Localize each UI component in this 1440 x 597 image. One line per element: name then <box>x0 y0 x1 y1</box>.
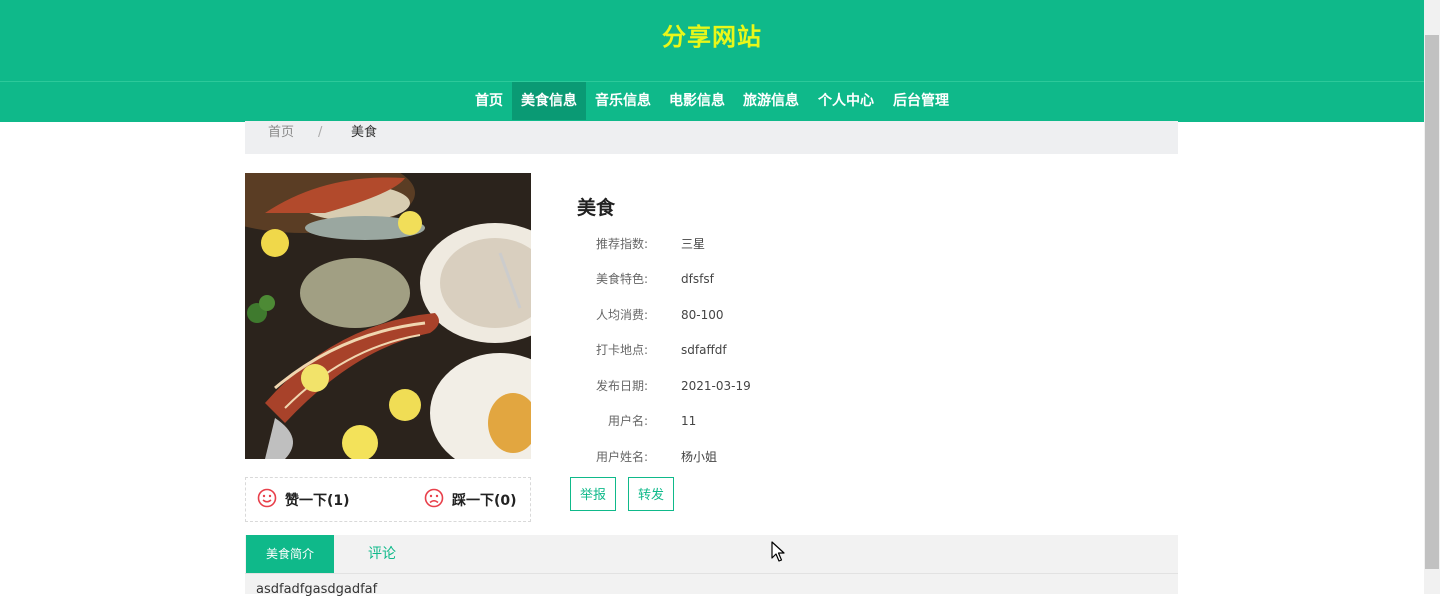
field-label: 发布日期: <box>595 379 648 393</box>
nav-item-home[interactable]: 首页 <box>466 82 512 120</box>
scrollbar-thumb[interactable] <box>1425 35 1439 569</box>
field-label: 打卡地点: <box>595 343 648 357</box>
nav-item-food[interactable]: 美食信息 <box>512 82 586 120</box>
frown-icon <box>424 488 444 512</box>
page-scrollbar[interactable] <box>1424 0 1440 594</box>
detail-tabs: 美食简介 评论 <box>245 535 1178 574</box>
field-value: 11 <box>681 414 697 428</box>
tab-comments[interactable]: 评论 <box>346 535 418 573</box>
like-label: 赞一下(1) <box>285 493 350 509</box>
field-value: sdfaffdf <box>681 343 727 357</box>
field-value: 杨小姐 <box>681 450 718 464</box>
dislike-label: 踩一下(0) <box>452 493 517 509</box>
tab-intro[interactable]: 美食简介 <box>246 535 334 573</box>
field-label: 人均消费: <box>595 308 648 322</box>
breadcrumb: 首页 / 美食 <box>245 121 1178 154</box>
field-label: 推荐指数: <box>595 237 648 251</box>
breadcrumb-current: 美食 <box>351 125 378 140</box>
tab-content: asdfadfgasdgadfaf <box>245 574 1178 597</box>
smile-icon <box>257 488 277 512</box>
nav-item-music[interactable]: 音乐信息 <box>586 82 660 120</box>
breadcrumb-home-link[interactable]: 首页 <box>268 121 294 145</box>
site-header: 分享网站 <box>0 0 1424 81</box>
intro-text: asdfadfgasdgadfaf <box>256 582 378 597</box>
field-value: 三星 <box>681 237 706 251</box>
field-value: 80-100 <box>681 308 724 322</box>
field-label: 美食特色: <box>595 272 648 286</box>
vote-panel: 赞一下(1) 踩一下(0) <box>245 477 531 522</box>
food-photo <box>245 173 531 459</box>
nav-item-profile[interactable]: 个人中心 <box>809 82 883 120</box>
field-value: dfsfsf <box>681 272 714 286</box>
site-title: 分享网站 <box>662 23 762 51</box>
nav-item-travel[interactable]: 旅游信息 <box>734 82 808 120</box>
nav-item-admin[interactable]: 后台管理 <box>884 82 958 120</box>
field-label: 用户名: <box>607 414 648 428</box>
like-button[interactable]: 赞一下(1) <box>257 488 350 512</box>
nav-item-movie[interactable]: 电影信息 <box>660 82 734 120</box>
report-button[interactable]: 举报 <box>570 477 616 511</box>
dislike-button[interactable]: 踩一下(0) <box>424 488 517 512</box>
mouse-cursor-icon <box>771 541 785 562</box>
detail-title: 美食 <box>577 197 616 219</box>
field-value: 2021-03-19 <box>681 379 751 393</box>
field-label: 用户姓名: <box>595 450 648 464</box>
breadcrumb-separator: / <box>318 125 323 140</box>
share-button[interactable]: 转发 <box>628 477 674 511</box>
main-nav: 首页 美食信息 音乐信息 电影信息 旅游信息 个人中心 后台管理 <box>0 81 1424 122</box>
